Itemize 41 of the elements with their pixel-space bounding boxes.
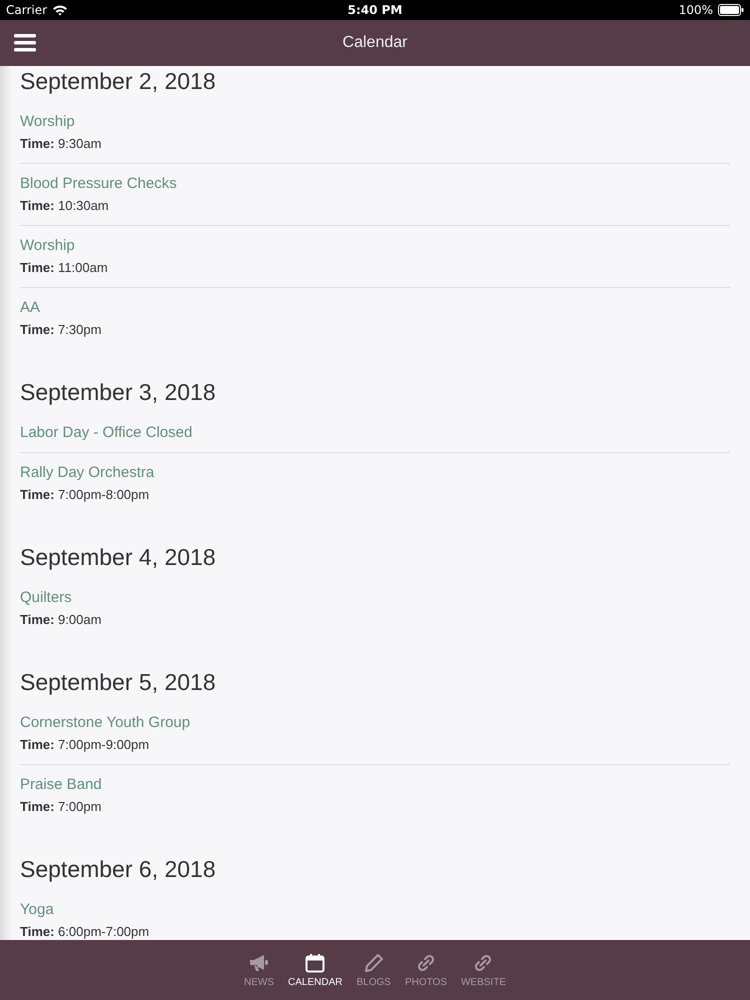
- event-title[interactable]: Labor Day - Office Closed: [20, 421, 192, 444]
- event-title[interactable]: Worship: [20, 234, 75, 257]
- event-time: Time: 6:00pm-7:00pm: [20, 923, 150, 940]
- event-title[interactable]: Praise Band: [20, 773, 102, 796]
- date-heading: September 3, 2018: [20, 378, 217, 407]
- tab[interactable]: BLOGS: [352, 948, 395, 992]
- event-title[interactable]: Rally Day Orchestra: [20, 461, 154, 484]
- date-heading: September 6, 2018: [20, 855, 217, 884]
- tab[interactable]: NEWS: [240, 948, 278, 992]
- tab[interactable]: CALENDAR: [284, 948, 346, 992]
- wifi-icon: [52, 4, 68, 16]
- event-time: Time: 11:00am: [20, 259, 108, 277]
- tab[interactable]: WEBSITE: [456, 948, 510, 992]
- event-title[interactable]: Cornerstone Youth Group: [20, 711, 190, 734]
- event-time: Time: 9:00am: [20, 611, 102, 629]
- event-title[interactable]: Yoga: [20, 898, 54, 921]
- pencil-icon: [364, 952, 384, 972]
- tab[interactable]: PHOTOS: [400, 948, 451, 992]
- carrier-label: Carrier: [6, 3, 48, 17]
- event-time: Time: 7:00pm: [20, 798, 102, 816]
- date-heading: September 5, 2018: [20, 668, 217, 697]
- battery-percent: 100%: [678, 3, 713, 17]
- event-time: Time: 10:30am: [20, 197, 109, 215]
- event-title[interactable]: Blood Pressure Checks: [20, 172, 177, 195]
- link-icon: [473, 952, 494, 972]
- link-icon: [416, 952, 436, 972]
- megaphone-icon: [248, 952, 270, 972]
- event-time: Time: 9:30am: [20, 135, 102, 153]
- event-title[interactable]: AA: [20, 296, 40, 319]
- event-time: Time: 7:00pm-9:00pm: [20, 736, 150, 754]
- date-heading: September 4, 2018: [20, 543, 217, 572]
- date-heading: September 2, 2018: [20, 67, 217, 96]
- screen-title: Calendar: [342, 34, 408, 52]
- event-title[interactable]: Worship: [20, 110, 75, 133]
- clock-time: 5:40 PM: [346, 3, 404, 17]
- menu-icon: [14, 34, 36, 52]
- event-time: Time: 7:30pm: [20, 321, 102, 339]
- calendar-icon: [305, 952, 326, 972]
- battery-icon: [718, 4, 744, 16]
- event-title[interactable]: Quilters: [20, 586, 72, 609]
- event-time: Time: 7:00pm-8:00pm: [20, 486, 150, 504]
